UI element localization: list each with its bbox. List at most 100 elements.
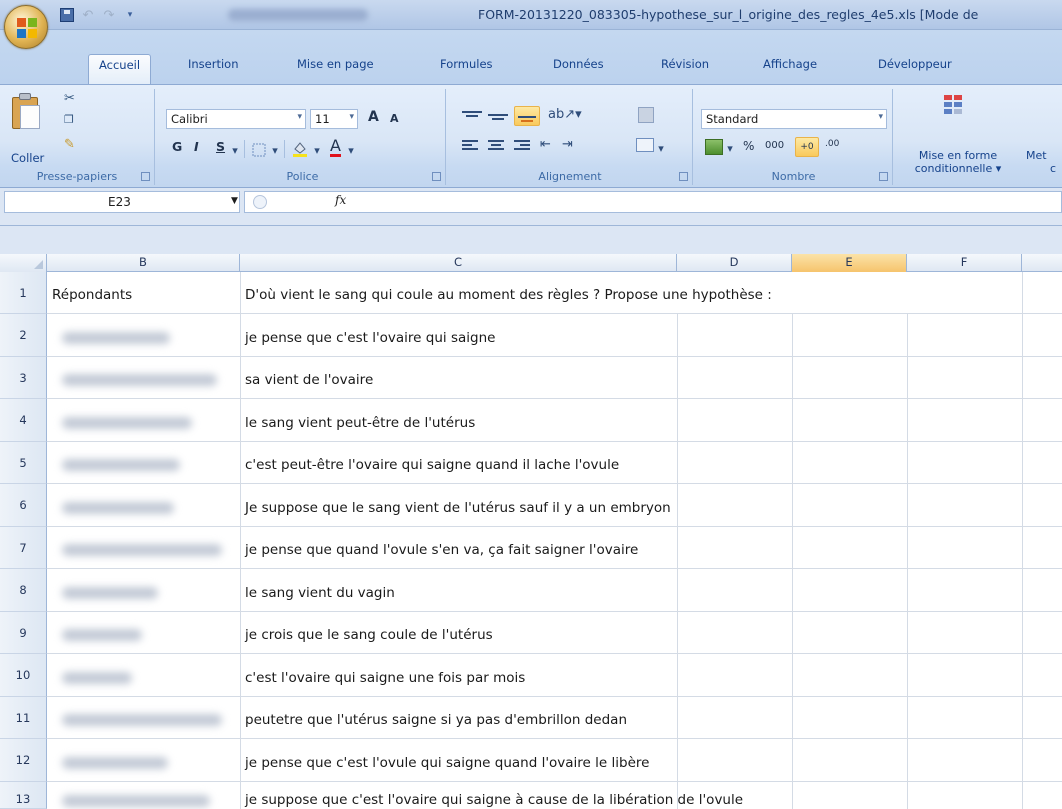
row-header[interactable]: 5 [0,442,47,484]
cell-answer[interactable]: c'est l'ovaire qui saigne une fois par m… [245,670,525,686]
cell-answer[interactable]: je suppose que c'est l'ovaire qui saigne… [245,792,743,808]
cell-answer[interactable]: je pense que c'est l'ovaire qui saigne [245,330,495,346]
row-header[interactable]: 8 [0,569,47,612]
text-orientation-icon[interactable]: ab↗▾ [548,107,582,122]
grow-font-button[interactable]: A [368,109,379,125]
number-launcher-icon[interactable] [879,172,888,181]
cell-answer[interactable]: le sang vient peut-être de l'utérus [245,415,475,431]
tab-developpeur[interactable]: Développeur [878,57,952,71]
chevron-down-icon[interactable]: ▾ [270,141,280,159]
blurred-respondent-name [62,417,192,429]
office-button[interactable] [4,5,48,49]
name-box[interactable]: E23 ▼ [4,191,240,213]
chevron-down-icon[interactable]: ▾ [312,141,322,159]
align-bottom-icon[interactable] [514,106,540,126]
chevron-down-icon[interactable]: ▼ [231,196,238,206]
undo-icon[interactable]: ↶ [79,6,97,24]
chevron-down-icon[interactable]: ▾ [346,141,356,159]
alignment-launcher-icon[interactable] [679,172,688,181]
spreadsheet-grid[interactable]: B C D E F 1 Répondants D'où vient le san… [0,254,1062,809]
cell-answer[interactable]: Je suppose que le sang vient de l'utérus… [245,500,671,516]
column-header-c[interactable]: C [240,254,677,272]
cell-b1-respondents-header[interactable]: Répondants [52,287,132,303]
row-header[interactable]: 11 [0,697,47,739]
tab-formules[interactable]: Formules [440,57,493,71]
row-header[interactable]: 2 [0,314,47,357]
currency-format-icon[interactable] [705,139,723,155]
align-middle-icon[interactable] [488,109,510,123]
tab-donnees[interactable]: Données [553,57,604,71]
formula-input[interactable]: fx [244,191,1062,213]
save-icon[interactable] [58,6,76,24]
cut-icon[interactable]: ✂ [64,91,75,106]
clipboard-launcher-icon[interactable] [141,172,150,181]
cell-answer[interactable]: sa vient de l'ovaire [245,372,373,388]
font-color-button[interactable]: A [330,137,341,157]
redo-icon[interactable]: ↷ [100,6,118,24]
thousands-separator-button[interactable]: 000 [765,140,784,151]
chevron-down-icon[interactable]: ▾ [725,139,735,157]
shrink-font-button[interactable]: A [390,112,399,125]
cell-answer[interactable]: peutetre que l'utérus saigne si ya pas d… [245,712,627,728]
tab-affichage[interactable]: Affichage [763,57,817,71]
column-header-b[interactable]: B [47,254,240,272]
insert-function-icon[interactable]: fx [335,193,346,207]
column-header-e[interactable]: E [792,254,907,272]
blurred-window-element [228,9,368,21]
increase-indent-icon[interactable]: ⇥ [562,137,573,152]
cancel-formula-icon[interactable] [253,195,267,209]
increase-decimal-icon[interactable]: +0 [795,137,819,157]
cell-answer[interactable]: je crois que le sang coule de l'utérus [245,627,493,643]
align-left-icon[interactable] [462,139,482,153]
wrap-text-icon[interactable] [638,107,654,123]
conditional-formatting-label[interactable]: Mise en forme conditionnelle ▾ [902,149,1014,175]
column-header-f[interactable]: F [907,254,1022,272]
row-header[interactable]: 12 [0,739,47,782]
tab-accueil[interactable]: Accueil [88,54,152,84]
cell-answer[interactable]: c'est peut-être l'ovaire qui saigne quan… [245,457,619,473]
decrease-indent-icon[interactable]: ⇤ [540,137,551,152]
bold-button[interactable]: G [172,139,182,154]
underline-button[interactable]: S [216,139,225,154]
row-header[interactable]: 7 [0,527,47,569]
percent-button[interactable]: % [743,139,754,153]
decrease-decimal-icon[interactable]: .00 [825,139,839,149]
number-format-combo[interactable]: Standard ▾ [701,109,887,129]
row-header[interactable]: 3 [0,357,47,399]
cell-answer[interactable]: je pense que quand l'ovule s'en va, ça f… [245,542,638,558]
tab-insertion[interactable]: Insertion [188,57,239,71]
blurred-respondent-name [62,714,222,726]
row-header[interactable]: 13 [0,782,47,809]
fill-color-icon[interactable] [290,139,310,157]
merge-center-icon[interactable] [636,138,654,152]
row-header[interactable]: 9 [0,612,47,654]
chevron-down-icon[interactable]: ▾ [230,141,240,159]
next-style-button-label[interactable]: Met c [1026,149,1062,175]
align-top-icon[interactable] [462,109,484,123]
tab-revision[interactable]: Révision [661,57,709,71]
paste-button-label[interactable]: Coller [11,151,44,165]
italic-button[interactable]: I [194,139,199,154]
copy-icon[interactable]: ❐ [64,113,74,126]
customize-toolbar-icon[interactable]: ▾ [121,6,139,24]
row-header[interactable]: 10 [0,654,47,697]
format-painter-icon[interactable]: ✎ [64,137,75,152]
align-center-icon[interactable] [488,139,508,153]
row-header[interactable]: 6 [0,484,47,527]
cell-c1-question-header[interactable]: D'où vient le sang qui coule au moment d… [245,287,772,303]
cell-answer[interactable]: le sang vient du vagin [245,585,395,601]
row-header[interactable]: 1 [0,272,47,314]
font-size-combo[interactable]: 11 ▾ [310,109,358,129]
conditional-formatting-icon[interactable] [942,93,968,121]
paste-icon[interactable] [12,93,42,131]
chevron-down-icon[interactable]: ▾ [656,139,666,157]
cell-answer[interactable]: je pense que c'est l'ovule qui saigne qu… [245,755,649,771]
font-launcher-icon[interactable] [432,172,441,181]
select-all-corner[interactable] [0,254,47,272]
row-header[interactable]: 4 [0,399,47,442]
column-header-d[interactable]: D [677,254,792,272]
borders-icon[interactable] [250,141,268,159]
font-name-combo[interactable]: Calibri ▾ [166,109,306,129]
tab-mise-en-page[interactable]: Mise en page [297,57,374,71]
align-right-icon[interactable] [514,139,534,153]
